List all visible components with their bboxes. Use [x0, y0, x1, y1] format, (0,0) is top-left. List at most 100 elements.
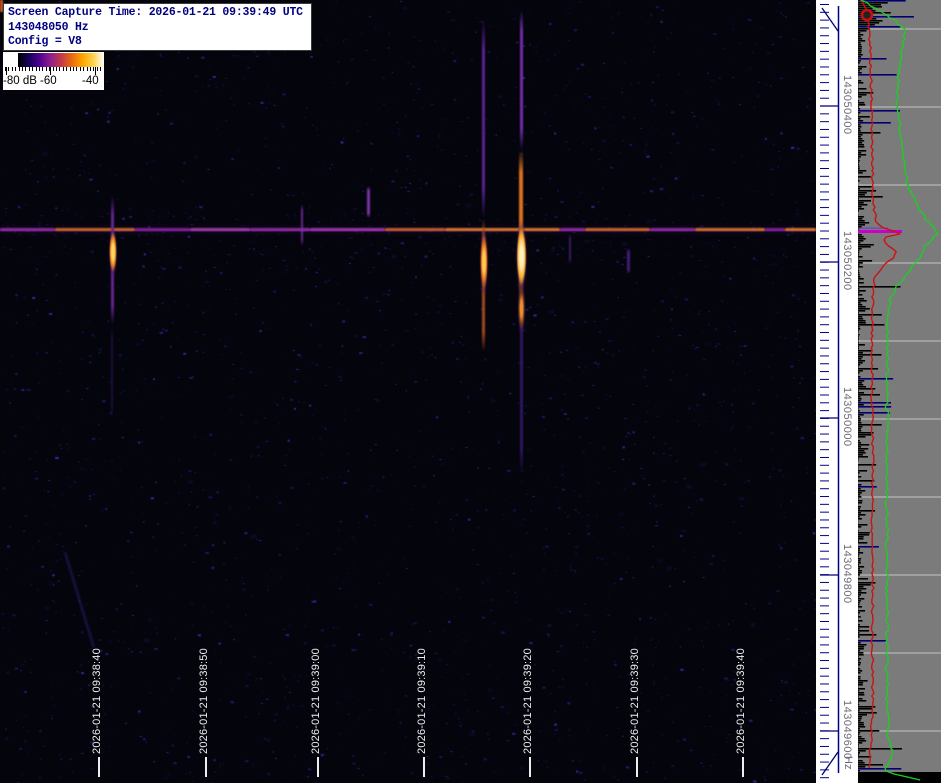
capture-time-text: Screen Capture Time: 2026-01-21 09:39:49… [8, 6, 303, 19]
panel-noise-bar [858, 292, 860, 294]
panel-noise-bar [858, 114, 859, 116]
time-axis-label: 2026-01-21 09:39:30 [629, 648, 641, 754]
panel-noise-bar [858, 610, 865, 612]
panel-noise-bar [858, 62, 860, 64]
panel-noise-bar [858, 74, 897, 76]
panel-noise-bar [858, 574, 860, 576]
panel-noise-bar [858, 738, 865, 740]
panel-noise-bar [858, 304, 863, 306]
carrier-line-segment [445, 227, 560, 232]
axis-bottom-cap [821, 751, 839, 776]
panel-noise-bar [858, 378, 894, 380]
panel-noise-bar [858, 440, 860, 442]
legend-minor-tick [86, 67, 88, 71]
panel-noise-bar [858, 386, 866, 388]
panel-noise-bar [858, 752, 860, 754]
panel-noise-bar [858, 742, 863, 744]
panel-noise-bar [858, 692, 865, 694]
panel-noise-bar [858, 590, 862, 592]
panel-noise-bar [858, 250, 860, 252]
panel-noise-bar [858, 270, 860, 272]
color-gradient-bar [18, 53, 104, 67]
panel-noise-bar [858, 278, 864, 280]
panel-noise-bar [858, 490, 866, 492]
panel-noise-bar [858, 542, 868, 544]
panel-noise-bar [858, 514, 866, 516]
panel-noise-bar [858, 88, 867, 90]
panel-noise-bar [858, 376, 861, 378]
panel-noise-bar [858, 172, 863, 174]
panel-noise-bar [858, 678, 861, 680]
panel-noise-bar [858, 530, 859, 532]
panel-noise-bar [858, 642, 861, 644]
panel-noise-bar [858, 56, 861, 58]
panel-noise-bar [858, 770, 860, 772]
panel-noise-bar [858, 208, 865, 210]
panel-noise-bar [858, 72, 862, 74]
panel-noise-bar [858, 198, 859, 200]
panel-noise-bar [858, 466, 859, 468]
panel-noise-bar [858, 652, 864, 654]
panel-noise-bar [858, 458, 859, 460]
panel-noise-bar [858, 602, 860, 604]
panel-noise-bar [858, 26, 901, 28]
panel-noise-bar [858, 248, 862, 250]
panel-noise-bar [858, 68, 862, 70]
live-spectrum-panel [858, 0, 941, 783]
panel-noise-bar [858, 698, 863, 700]
panel-noise-bar [858, 188, 860, 190]
panel-noise-bar [858, 668, 861, 670]
panel-noise-bar [858, 246, 871, 248]
panel-noise-bar [858, 512, 861, 514]
panel-noise-bar [858, 732, 861, 734]
legend-minor-tick [8, 67, 10, 71]
panel-noise-bar [858, 600, 861, 602]
panel-noise-bar [858, 150, 867, 152]
panel-noise-bar [858, 280, 860, 282]
time-axis-tick [98, 757, 100, 777]
panel-noise-bar [858, 452, 866, 454]
panel-noise-bar [858, 556, 859, 558]
panel-noise-bar [858, 50, 862, 52]
panel-noise-bar [858, 100, 860, 102]
legend-minor-tick [39, 67, 40, 71]
panel-noise-bar [858, 704, 860, 706]
panel-noise-bar [858, 434, 872, 436]
legend-minor-tick [35, 67, 37, 71]
panel-noise-bar [858, 488, 861, 490]
legend-major-tick [95, 67, 96, 75]
panel-noise-bar [858, 554, 860, 556]
panel-noise-bar [858, 496, 862, 498]
panel-noise-bar [858, 306, 866, 308]
panel-noise-bar [858, 196, 883, 198]
panel-noise-bar [858, 46, 862, 48]
panel-noise-bar [858, 288, 860, 290]
panel-noise-bar [858, 120, 864, 122]
panel-noise-bar [858, 572, 862, 574]
panel-noise-bar [858, 368, 879, 370]
panel-noise-bar [858, 356, 863, 358]
panel-noise-bar [858, 616, 861, 618]
frequency-text: 143048050 Hz [8, 20, 89, 34]
panel-noise-bar [858, 316, 863, 318]
panel-noise-bar [858, 402, 891, 404]
panel-noise-bar [858, 430, 862, 432]
carrier-line-segment [135, 227, 190, 232]
panel-noise-bar [858, 628, 860, 630]
panel-noise-bar [858, 224, 865, 226]
panel-noise-bar [858, 102, 865, 104]
panel-noise-bar [858, 454, 863, 456]
panel-noise-bar [858, 216, 864, 218]
panel-noise-bar [858, 236, 864, 238]
panel-noise-bar [858, 86, 859, 88]
panel-noise-bar [858, 624, 860, 626]
panel-noise-bar [858, 180, 860, 182]
panel-noise-bar [858, 684, 863, 686]
red-peak-marker [860, 8, 874, 22]
panel-noise-bar [858, 94, 867, 96]
legend-minor-tick [42, 67, 44, 71]
panel-noise-bar [858, 640, 887, 642]
panel-noise-bar [858, 426, 863, 428]
config-text: Config = V8 [8, 35, 82, 48]
legend-minor-tick [79, 67, 81, 71]
